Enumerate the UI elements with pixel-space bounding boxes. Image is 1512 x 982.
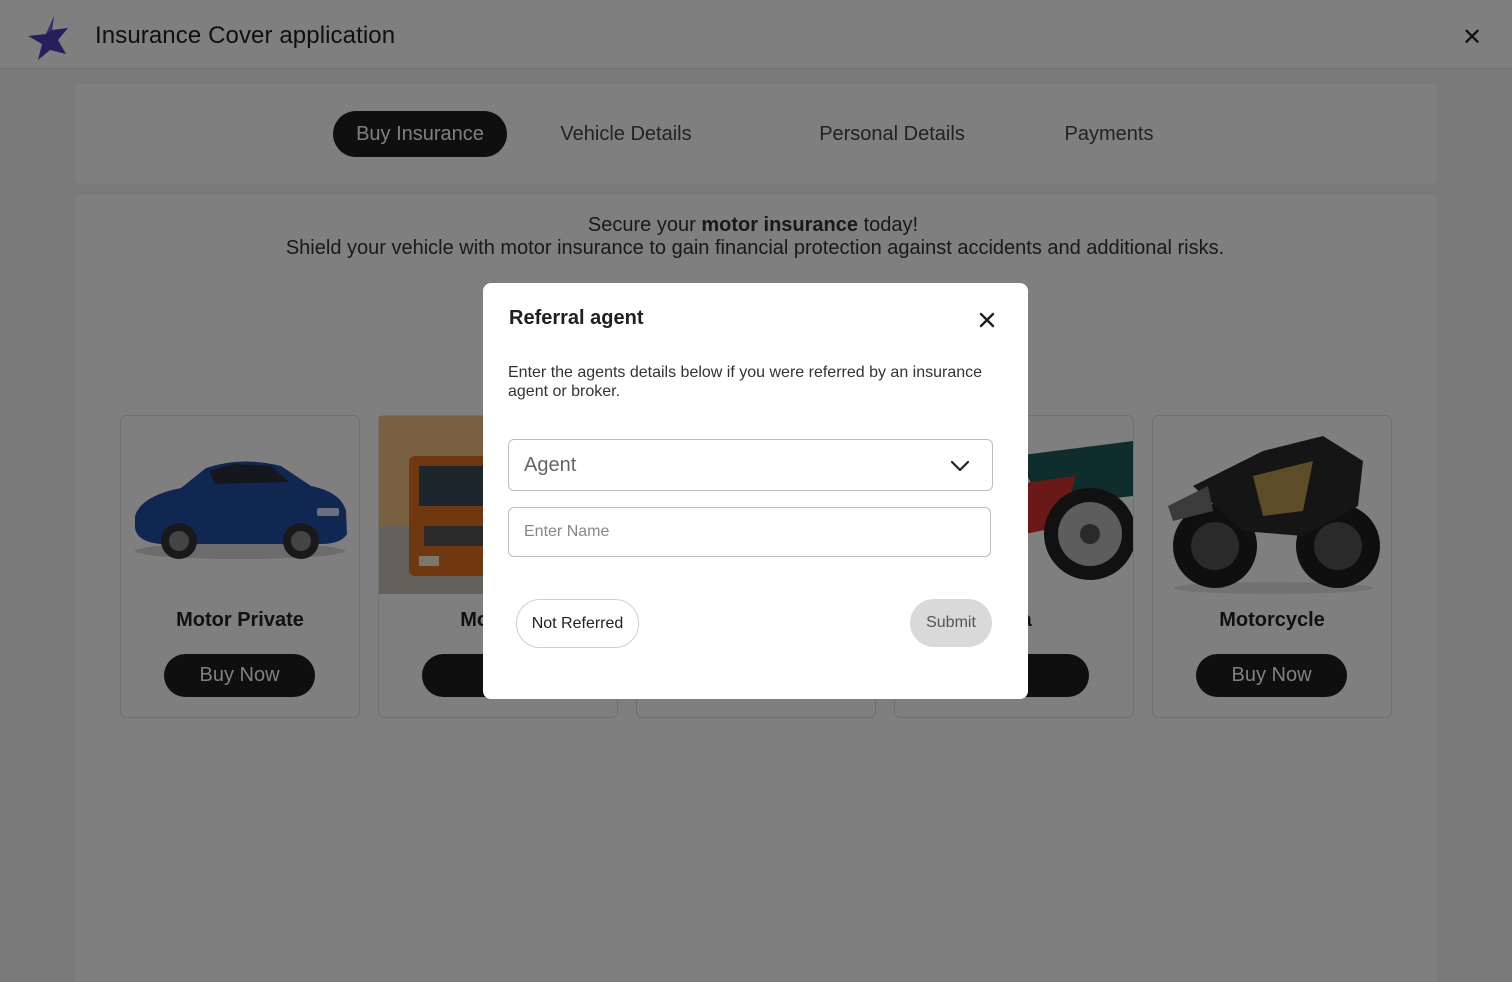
close-icon[interactable] (977, 310, 997, 330)
agent-type-select[interactable]: Agent (508, 439, 993, 491)
agent-name-input[interactable] (508, 507, 991, 557)
app-root: Insurance Cover application ✕ Buy Insura… (0, 0, 1512, 982)
referral-agent-dialog: Referral agent Enter the agents details … (483, 283, 1028, 699)
dialog-description: Enter the agents details below if you we… (508, 364, 983, 400)
chevron-down-icon (950, 460, 970, 472)
not-referred-button[interactable]: Not Referred (516, 599, 639, 648)
dialog-title: Referral agent (509, 307, 644, 329)
submit-button[interactable]: Submit (910, 599, 992, 647)
select-value: Agent (524, 454, 577, 476)
